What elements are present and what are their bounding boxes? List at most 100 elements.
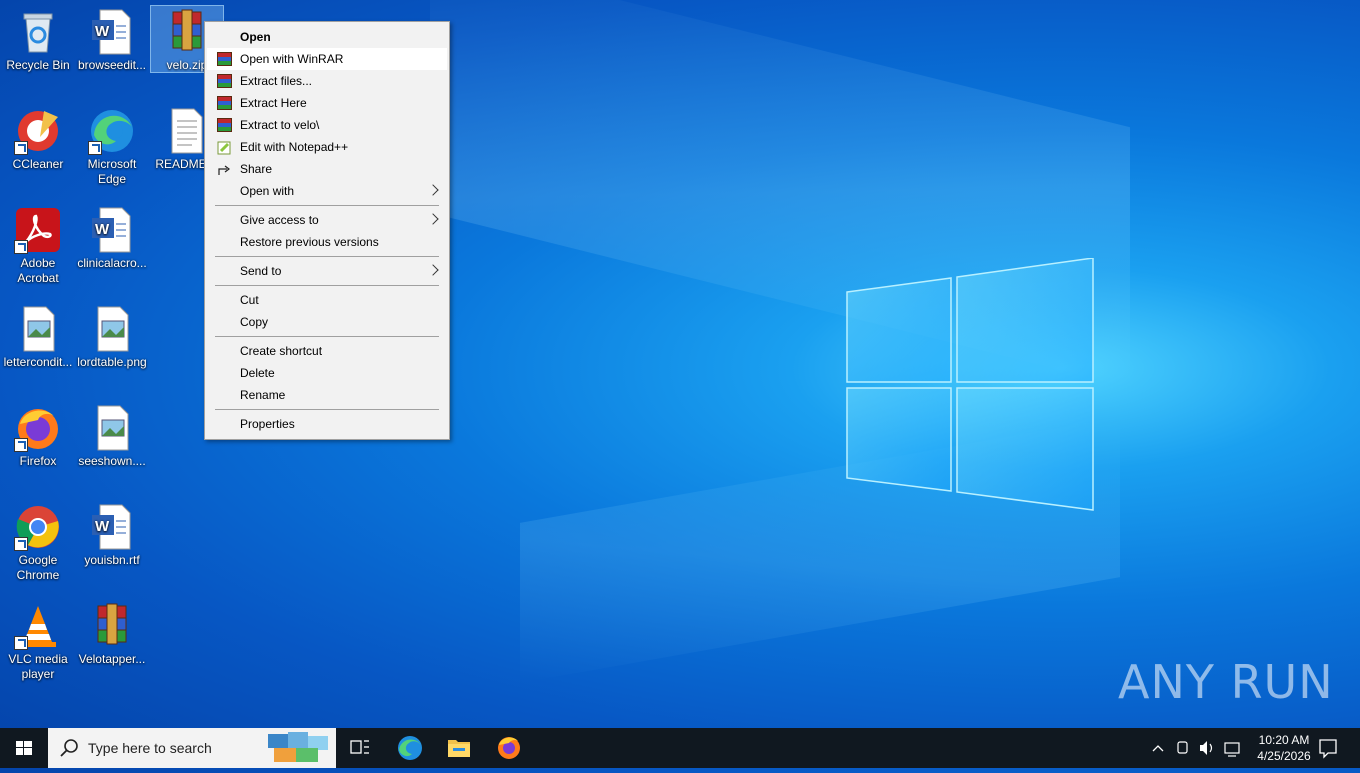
windows-start-icon (16, 741, 32, 755)
menu-item-label: Properties (240, 417, 295, 431)
notification-icon (1319, 739, 1337, 759)
desktop-icon-label: Recycle Bin (6, 58, 70, 72)
desktop-icon-adobe-acrobat[interactable]: Adobe Acrobat (0, 206, 76, 286)
clock-date: 4/25/2026 (1257, 749, 1311, 763)
desktop-icon-velotapper[interactable]: Velotapper... (74, 602, 150, 667)
winrar-icon (217, 74, 232, 88)
desktop-icon-seeshown[interactable]: seeshown.... (74, 404, 150, 469)
menu-item-label: Edit with Notepad++ (240, 140, 349, 154)
taskbar-search-box[interactable]: Type here to search (48, 728, 336, 768)
notification-center-button[interactable] (1306, 728, 1350, 768)
winrar-icon (217, 118, 232, 132)
shortcut-arrow-icon (14, 636, 28, 650)
system-tray (1148, 728, 1248, 768)
start-button[interactable] (0, 728, 48, 768)
menu-item-rename[interactable]: Rename (207, 384, 447, 406)
menu-item-label: Share (240, 162, 273, 176)
vlc-icon (14, 602, 62, 650)
acrobat-icon (14, 206, 62, 254)
menu-item-label: Send to (240, 264, 282, 278)
desktop-icon-ccleaner[interactable]: CCleaner (0, 107, 76, 172)
desktop-icon-label: clinicalacro... (77, 256, 147, 270)
taskbar-edge-button[interactable] (386, 728, 434, 768)
task-view-button[interactable] (336, 728, 384, 768)
desktop-icon-lettercondit[interactable]: lettercondit... (0, 305, 76, 370)
taskbar-clock[interactable]: 10:20 AM 4/25/2026 (1254, 732, 1314, 764)
desktop-icon-label: seeshown.... (78, 454, 146, 468)
menu-item-extract-to-velo[interactable]: Extract to velo\ (207, 114, 447, 136)
desktop-icon-firefox[interactable]: Firefox (0, 404, 76, 469)
menu-item-open-with[interactable]: Open with (207, 180, 447, 202)
menu-item-label: Open with WinRAR (240, 52, 344, 66)
desktop-icon-recycle-bin[interactable]: Recycle Bin (0, 8, 76, 73)
edge-icon (88, 107, 136, 155)
desktop-icon-label: youisbn.rtf (84, 553, 140, 567)
desktop-icon-label: Velotapper... (78, 652, 146, 666)
desktop-icon-lordtable[interactable]: lordtable.png (74, 305, 150, 370)
menu-separator (215, 285, 439, 286)
desktop-icon-google-chrome[interactable]: Google Chrome (0, 503, 76, 583)
menu-item-label: Create shortcut (240, 344, 323, 358)
menu-item-delete[interactable]: Delete (207, 362, 447, 384)
menu-item-extract-here[interactable]: Extract Here (207, 92, 447, 114)
shortcut-arrow-icon (14, 537, 28, 551)
desktop-icon-label: Microsoft Edge (87, 157, 137, 186)
menu-item-properties[interactable]: Properties (207, 413, 447, 435)
menu-item-create-shortcut[interactable]: Create shortcut (207, 340, 447, 362)
clock-time: 10:20 AM (1258, 733, 1310, 747)
volume-icon (1200, 741, 1207, 755)
menu-item-label: Extract to velo\ (240, 118, 320, 132)
chrome-icon (14, 503, 62, 551)
chevron-right-icon (427, 264, 439, 276)
menu-item-label: Open (240, 30, 271, 44)
menu-item-restore-previous-versions[interactable]: Restore previous versions (207, 231, 447, 253)
menu-item-label: Restore previous versions (240, 235, 379, 249)
task-view-icon (350, 740, 369, 754)
svg-text:W: W (95, 23, 110, 40)
firefox-icon (14, 404, 62, 452)
taskbar-file-explorer-button[interactable] (435, 728, 483, 768)
taskbar: Type here to search 10:20 AM 4/25/2026 (0, 728, 1360, 768)
chevron-right-icon (427, 184, 439, 196)
desktop-icon-vlc[interactable]: VLC media player (0, 602, 76, 682)
menu-item-send-to[interactable]: Send to (207, 260, 447, 282)
winrar-archive-icon (88, 602, 136, 650)
menu-item-share[interactable]: Share (207, 158, 447, 180)
menu-item-give-access-to[interactable]: Give access to (207, 209, 447, 231)
menu-item-label: Extract files... (240, 74, 313, 88)
menu-item-label: Delete (240, 366, 275, 380)
shortcut-arrow-icon (14, 141, 28, 155)
menu-separator (215, 256, 439, 257)
desktop-icon-label: browseedit... (77, 58, 147, 72)
chevron-right-icon (427, 213, 439, 225)
menu-item-edit-with-notepadpp[interactable]: Edit with Notepad++ (207, 136, 447, 158)
menu-separator (215, 205, 439, 206)
desktop-icon-clinicalacro[interactable]: W clinicalacro... (74, 206, 150, 271)
search-highlight-puzzle-icon (268, 732, 328, 762)
desktop-icon-microsoft-edge[interactable]: Microsoft Edge (74, 107, 150, 187)
tray-icons (1152, 741, 1240, 757)
menu-item-extract-files[interactable]: Extract files... (207, 70, 447, 92)
menu-item-label: Extract Here (240, 96, 307, 110)
taskbar-firefox-button[interactable] (485, 728, 533, 768)
winrar-icon (217, 96, 232, 110)
desktop-icon-label: lordtable.png (77, 355, 147, 369)
desktop-icon-youisbn[interactable]: W youisbn.rtf (74, 503, 150, 568)
desktop-icon-label: Adobe Acrobat (17, 256, 59, 285)
desktop-icon-label: Firefox (19, 454, 57, 468)
ccleaner-icon (14, 107, 62, 155)
menu-item-open-with-winrar[interactable]: Open with WinRAR (207, 48, 447, 70)
desktop-icon-browseedit[interactable]: W browseedit... (74, 8, 150, 73)
word-doc-icon: W (88, 8, 136, 56)
desktop-icon-label: lettercondit... (3, 355, 73, 369)
share-icon (217, 162, 232, 176)
image-file-icon (88, 305, 136, 353)
menu-item-copy[interactable]: Copy (207, 311, 447, 333)
menu-item-open[interactable]: Open (207, 26, 447, 48)
desktop-icon-label: CCleaner (12, 157, 64, 171)
network-icon (1224, 742, 1240, 754)
word-doc-icon: W (88, 206, 136, 254)
context-menu: Open Open with WinRAR Extract files... E… (204, 21, 450, 440)
menu-item-cut[interactable]: Cut (207, 289, 447, 311)
wallpaper-windows-logo (846, 258, 1094, 511)
